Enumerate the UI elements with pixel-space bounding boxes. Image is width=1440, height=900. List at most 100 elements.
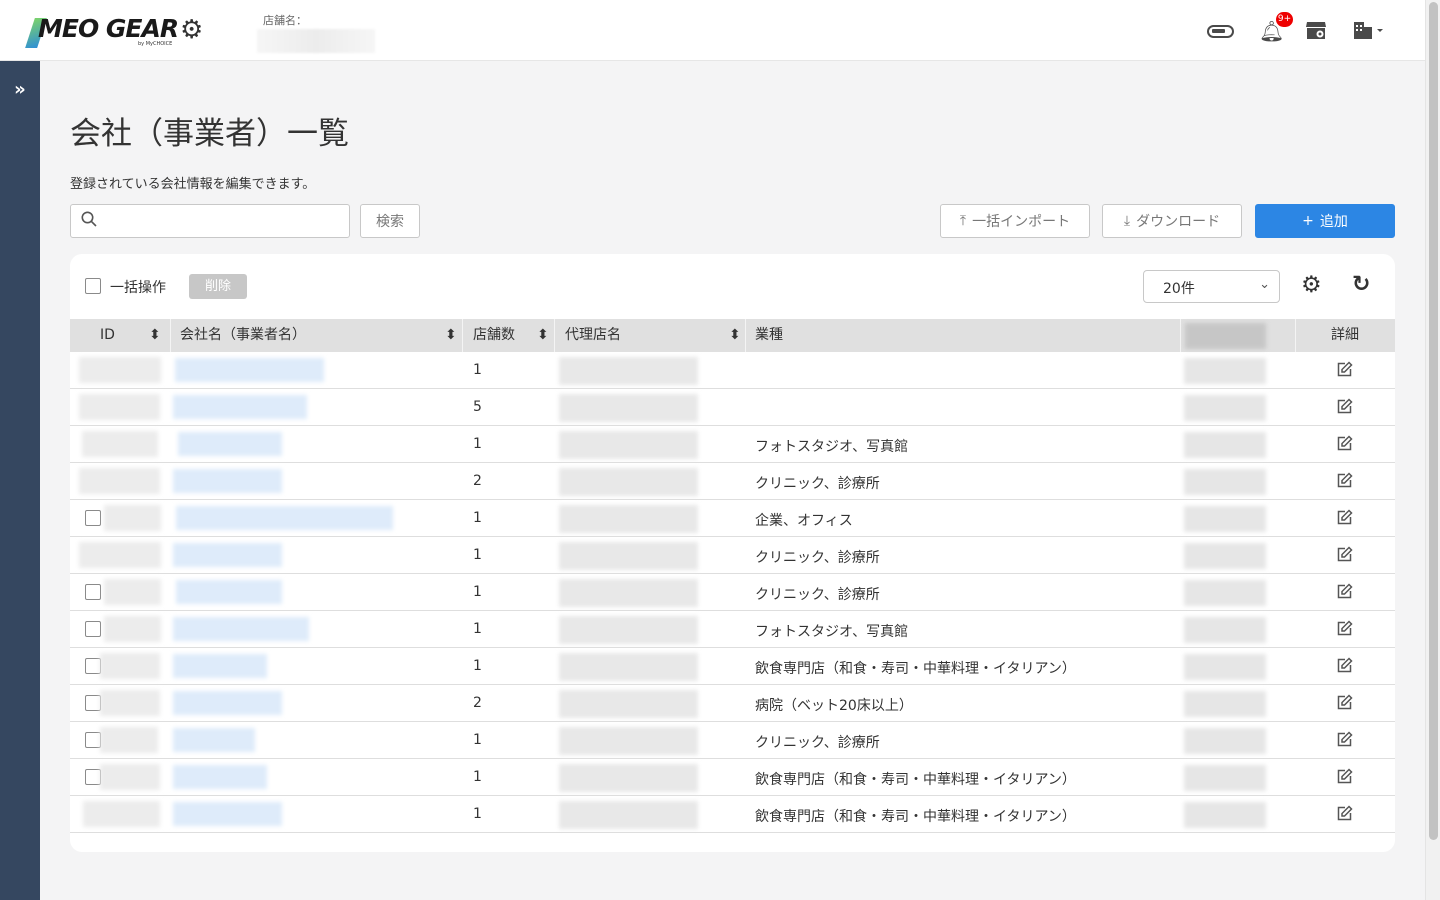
agency-name-redacted (559, 431, 698, 459)
industry-cell: 企業、オフィス (755, 513, 853, 529)
edit-icon[interactable] (1336, 545, 1354, 568)
edit-icon[interactable] (1336, 656, 1354, 679)
company-id-redacted (104, 579, 161, 605)
sort-agency-icon[interactable]: ⬍ (729, 319, 741, 352)
edit-icon[interactable] (1336, 619, 1354, 642)
industry-cell: フォトスタジオ、写真館 (755, 624, 909, 640)
battery-icon[interactable] (1207, 25, 1234, 38)
company-name-link-redacted[interactable] (176, 580, 282, 604)
sort-company-icon[interactable]: ⬍ (445, 319, 457, 352)
edit-icon[interactable] (1336, 434, 1354, 457)
company-name-link-redacted[interactable] (173, 469, 282, 493)
column-id[interactable]: ID (100, 319, 115, 352)
company-name-link-redacted[interactable] (173, 691, 282, 715)
download-label: ダウンロード (1136, 214, 1221, 230)
edit-icon[interactable] (1336, 360, 1354, 383)
store-count-cell: 1 (473, 769, 482, 785)
table-row[interactable]: 1 飲食専門店（和食・寿司・中華料理・イタリアン） (70, 648, 1395, 685)
add-button[interactable]: + 追加 (1255, 204, 1395, 238)
store-count-cell: 1 (473, 806, 482, 822)
company-name-link-redacted[interactable] (175, 358, 324, 382)
table-row[interactable]: 5 (70, 389, 1395, 426)
table-row[interactable]: 1 クリニック、診療所 (70, 574, 1395, 611)
bulk-select-checkbox[interactable] (85, 278, 101, 294)
delete-button[interactable]: 削除 (189, 274, 247, 299)
table-row[interactable]: 1 クリニック、診療所 (70, 537, 1395, 574)
table-row[interactable]: 1 企業、オフィス (70, 500, 1395, 537)
sort-stores-icon[interactable]: ⬍ (537, 319, 549, 352)
edit-icon[interactable] (1336, 693, 1354, 716)
row-checkbox[interactable] (85, 510, 101, 526)
edit-icon[interactable] (1336, 804, 1354, 827)
search-input[interactable] (105, 209, 341, 233)
scrollbar-thumb[interactable] (1429, 2, 1438, 840)
table-row[interactable]: 1 フォトスタジオ、写真館 (70, 426, 1395, 463)
company-name-link-redacted[interactable] (176, 506, 393, 530)
company-name-link-redacted[interactable] (173, 765, 267, 789)
company-id-redacted (104, 505, 161, 531)
row-checkbox[interactable] (85, 695, 101, 711)
table-row[interactable]: 2 クリニック、診療所 (70, 463, 1395, 500)
column-industry-label: 業種 (755, 327, 783, 343)
search-button[interactable]: 検索 (360, 204, 420, 238)
edit-icon[interactable] (1336, 397, 1354, 420)
company-name-link-redacted[interactable] (173, 395, 307, 419)
table-row[interactable]: 1 クリニック、診療所 (70, 722, 1395, 759)
bulk-action-label: 一括操作 (110, 280, 166, 296)
company-name-link-redacted[interactable] (178, 432, 282, 456)
upload-icon: ⤒ (959, 213, 967, 229)
meo-gear-logo[interactable]: MEO GEAR by MyCHOICE ⚙ (25, 14, 206, 50)
row-checkbox[interactable] (85, 732, 101, 748)
search-box[interactable] (70, 204, 350, 238)
company-name-link-redacted[interactable] (173, 802, 282, 826)
table-row[interactable]: 1 フォトスタジオ、写真館 (70, 611, 1395, 648)
company-name-link-redacted[interactable] (173, 543, 282, 567)
row-checkbox[interactable] (85, 621, 101, 637)
agency-name-redacted (559, 616, 698, 644)
table-row[interactable]: 2 病院（ベット20床以上） (70, 685, 1395, 722)
company-name-link-redacted[interactable] (173, 617, 309, 641)
edit-icon[interactable] (1336, 471, 1354, 494)
agency-name-redacted (559, 653, 698, 681)
download-button[interactable]: ⤓ ダウンロード (1102, 204, 1242, 238)
column-agency[interactable]: 代理店名 (565, 319, 621, 352)
column-industry[interactable]: 業種 (755, 319, 783, 352)
edit-icon[interactable] (1336, 582, 1354, 605)
page-scrollbar[interactable] (1425, 0, 1440, 900)
column-divider (462, 319, 463, 352)
company-name-link-redacted[interactable] (173, 728, 255, 752)
row-checkbox[interactable] (85, 584, 101, 600)
company-name-link-redacted[interactable] (173, 654, 267, 678)
reload-icon[interactable]: ↻ (1352, 272, 1370, 297)
column-detail-label: 詳細 (1331, 327, 1359, 343)
row-checkbox[interactable] (85, 769, 101, 785)
extra-cell-redacted (1184, 358, 1266, 384)
column-store-count[interactable]: 店舗数 (473, 319, 515, 352)
bulk-import-button[interactable]: ⤒ 一括インポート (940, 204, 1090, 238)
bulk-import-label: 一括インポート (972, 214, 1071, 230)
table-row[interactable]: 1 飲食専門店（和食・寿司・中華料理・イタリアン） (70, 796, 1395, 833)
company-id-redacted (79, 394, 160, 420)
edit-icon[interactable] (1336, 767, 1354, 790)
table-row[interactable]: 1 (70, 352, 1395, 389)
page-size-select[interactable]: 20件 ⌄ (1143, 270, 1280, 303)
extra-cell-redacted (1184, 506, 1266, 532)
table-header: ID ⬍ 会社名（事業者名） ⬍ 店舗数 ⬍ 代理店名 ⬍ 業種 詳細 (70, 319, 1395, 352)
table-row[interactable]: 1 飲食専門店（和食・寿司・中華料理・イタリアン） (70, 759, 1395, 796)
gear-icon[interactable]: ⚙ (1301, 272, 1322, 298)
edit-icon[interactable] (1336, 730, 1354, 753)
industry-cell: 飲食専門店（和食・寿司・中華料理・イタリアン） (755, 809, 1076, 825)
company-id-redacted (100, 653, 160, 679)
store-settings-icon[interactable] (1305, 19, 1327, 43)
industry-cell: クリニック、診療所 (755, 550, 880, 566)
row-checkbox[interactable] (85, 658, 101, 674)
sort-id-icon[interactable]: ⬍ (149, 319, 161, 352)
industry-cell: クリニック、診療所 (755, 587, 880, 603)
edit-icon[interactable] (1336, 508, 1354, 531)
industry-cell: フォトスタジオ、写真館 (755, 439, 909, 455)
company-menu-icon[interactable] (1352, 19, 1386, 43)
column-divider (1180, 319, 1181, 352)
column-company-name[interactable]: 会社名（事業者名） (180, 319, 306, 352)
sidebar-expand-icon[interactable]: » (0, 79, 40, 100)
industry-cell: クリニック、診療所 (755, 476, 880, 492)
